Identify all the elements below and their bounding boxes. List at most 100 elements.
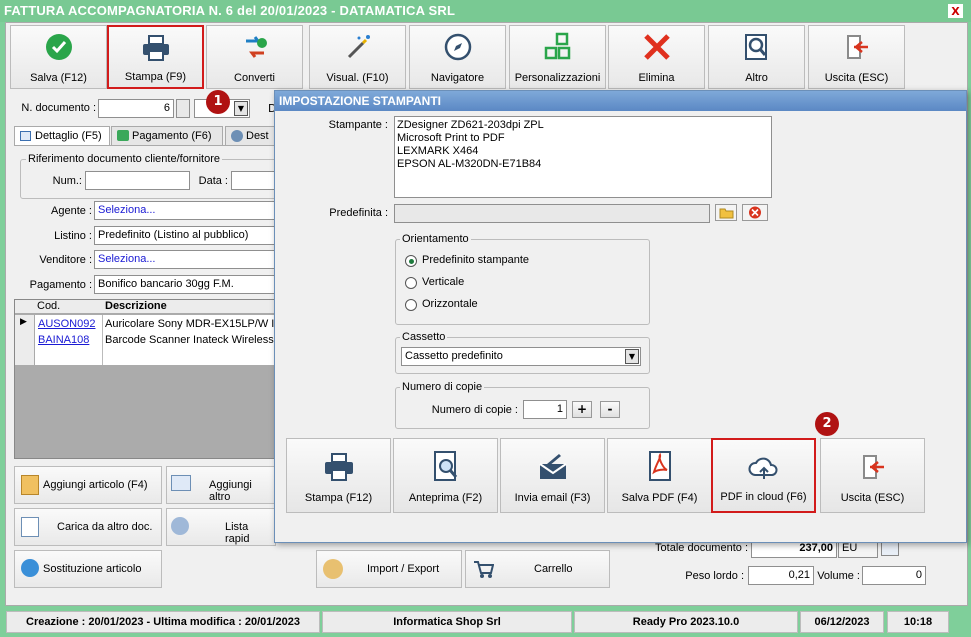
navigator-label: Navigatore <box>430 72 485 84</box>
doc-number-suffix[interactable] <box>176 99 190 118</box>
cart-label: Carrello <box>534 563 573 575</box>
grid-header-descrizione: Descrizione <box>105 300 167 312</box>
dialog-title: IMPOSTAZIONE STAMPANTI <box>275 91 966 111</box>
tray-select[interactable]: Cassetto predefinito <box>401 347 641 366</box>
list-item[interactable]: ZDesigner ZD621-203dpi ZPL <box>397 119 769 132</box>
chevron-down-icon[interactable]: ▼ <box>234 101 248 116</box>
agente-select[interactable]: Seleziona... <box>94 201 276 220</box>
table-row-desc[interactable]: Auricolare Sony MDR-EX15LP/W Int <box>105 318 275 330</box>
add-other-button[interactable]: Aggiungi altro <box>166 466 276 504</box>
dialog-exit-button[interactable]: Uscita (ESC) <box>820 438 925 513</box>
copies-label: Numero di copie : <box>431 404 518 416</box>
customize-button[interactable]: Personalizzazioni <box>509 25 606 89</box>
grid-squares-icon <box>510 32 605 62</box>
table-row-code[interactable]: BAINA108 <box>38 334 89 346</box>
status-time: 10:18 <box>887 611 949 633</box>
replace-article-button[interactable]: Sostituzione articolo <box>14 550 162 588</box>
printer-icon <box>287 449 390 485</box>
tab-divider <box>14 145 276 146</box>
list-item[interactable]: Microsoft Print to PDF <box>397 132 769 145</box>
volume-label: Volume : <box>817 570 860 582</box>
listino-label: Listino : <box>54 230 92 242</box>
convert-icon <box>207 32 302 62</box>
save-pdf-label: Salva PDF (F4) <box>621 492 698 504</box>
cloud-upload-icon <box>713 450 814 486</box>
copies-minus-button[interactable]: - <box>600 401 620 418</box>
load-doc-button[interactable]: Carica da altro doc. <box>14 508 162 546</box>
peso-label: Peso lordo : <box>685 570 744 582</box>
email-icon <box>501 449 604 485</box>
exit-button[interactable]: Uscita (ESC) <box>808 25 905 89</box>
pagamento-select[interactable]: Bonifico bancario 30gg F.M. <box>94 275 276 294</box>
quick-list-icon <box>171 517 189 535</box>
save-button[interactable]: Salva (F12) <box>10 25 107 89</box>
save-label: Salva (F12) <box>30 72 87 84</box>
radio-landscape[interactable] <box>405 299 417 311</box>
venditore-label: Venditore : <box>39 254 92 266</box>
radio-default[interactable] <box>405 255 417 267</box>
peso-value[interactable]: 0,21 <box>748 566 814 585</box>
convert-button[interactable]: Converti <box>206 25 303 89</box>
doc-number-label: N. documento : <box>21 102 96 114</box>
visual-label: Visual. (F10) <box>326 72 389 84</box>
chevron-down-icon[interactable]: ▼ <box>625 349 639 364</box>
pdf-cloud-label: PDF in cloud (F6) <box>720 491 807 503</box>
status-date: 06/12/2023 <box>800 611 884 633</box>
visual-button[interactable]: Visual. (F10) <box>309 25 406 89</box>
folder-icon[interactable] <box>715 204 737 221</box>
dialog-exit-label: Uscita (ESC) <box>840 492 905 504</box>
quick-list-button[interactable]: Lista rapid <box>166 508 276 546</box>
more-button[interactable]: Altro <box>708 25 805 89</box>
load-doc-label: Carica da altro doc. <box>57 521 153 533</box>
copies-plus-button[interactable]: + <box>572 401 592 418</box>
ref-num-input[interactable] <box>85 171 190 190</box>
grid-header-cod: Cod. <box>37 300 61 312</box>
agente-label: Agente : <box>51 205 92 217</box>
radio-portrait[interactable] <box>405 277 417 289</box>
table-row-code[interactable]: AUSON092 <box>38 318 95 330</box>
radio-landscape-label[interactable]: Orizzontale <box>422 298 478 310</box>
tab-pagamento-label: Pagamento (F6) <box>132 130 212 142</box>
list-item[interactable]: LEXMARK X464 <box>397 145 769 158</box>
navigator-button[interactable]: Navigatore <box>409 25 506 89</box>
pdf-cloud-button[interactable]: PDF in cloud (F6) <box>711 438 816 513</box>
window-title: FATTURA ACCOMPAGNATORIA N. 6 del 20/01/2… <box>0 0 971 22</box>
ref-date-label: Data : <box>198 175 228 187</box>
status-created: Creazione : 20/01/2023 - Ultima modifica… <box>6 611 320 633</box>
clear-icon[interactable] <box>742 204 768 221</box>
import-export-button[interactable]: Import / Export <box>316 550 462 588</box>
dialog-print-button[interactable]: Stampa (F12) <box>286 438 391 513</box>
cart-button[interactable]: Carrello <box>465 550 610 588</box>
more-label: Altro <box>745 72 768 84</box>
riferimento-title: Riferimento documento cliente/fornitore <box>26 153 222 165</box>
add-article-button[interactable]: Aggiungi articolo (F4) <box>14 466 162 504</box>
grid-col-divider <box>102 315 103 365</box>
printer-list[interactable]: ZDesigner ZD621-203dpi ZPL Microsoft Pri… <box>394 116 772 198</box>
radio-default-label[interactable]: Predefinito stampante <box>422 254 529 266</box>
copies-input[interactable]: 1 <box>523 400 567 419</box>
preview-button[interactable]: Anteprima (F2) <box>393 438 498 513</box>
delete-label: Elimina <box>638 72 675 84</box>
close-button[interactable]: X <box>948 4 963 18</box>
send-email-button[interactable]: Invia email (F3) <box>500 438 605 513</box>
ref-num-label: Num.: <box>52 175 82 187</box>
print-button[interactable]: Stampa (F9) <box>107 25 204 89</box>
totale-label: Totale documento : <box>655 542 748 554</box>
listino-select[interactable]: Predefinito (Listino al pubblico) <box>94 226 276 245</box>
delete-button[interactable]: Elimina <box>608 25 705 89</box>
ref-date-input[interactable] <box>231 171 276 190</box>
volume-value[interactable]: 0 <box>862 566 926 585</box>
import-export-label: Import / Export <box>367 563 440 575</box>
venditore-select[interactable]: Seleziona... <box>94 250 276 269</box>
doc-number-input[interactable]: 6 <box>98 99 174 118</box>
save-pdf-button[interactable]: Salva PDF (F4) <box>607 438 712 513</box>
table-row-desc[interactable]: Barcode Scanner Inateck Wireless B <box>105 334 275 346</box>
step-badge-2: 2 <box>815 412 839 436</box>
list-item[interactable]: EPSON AL-M320DN-E71B84 <box>397 158 769 171</box>
compass-icon <box>410 32 505 62</box>
convert-label: Converti <box>234 72 275 84</box>
radio-portrait-label[interactable]: Verticale <box>422 276 464 288</box>
tray-title: Cassetto <box>400 331 448 343</box>
pagamento-label: Pagamento : <box>29 279 92 291</box>
import-export-icon <box>323 559 343 579</box>
